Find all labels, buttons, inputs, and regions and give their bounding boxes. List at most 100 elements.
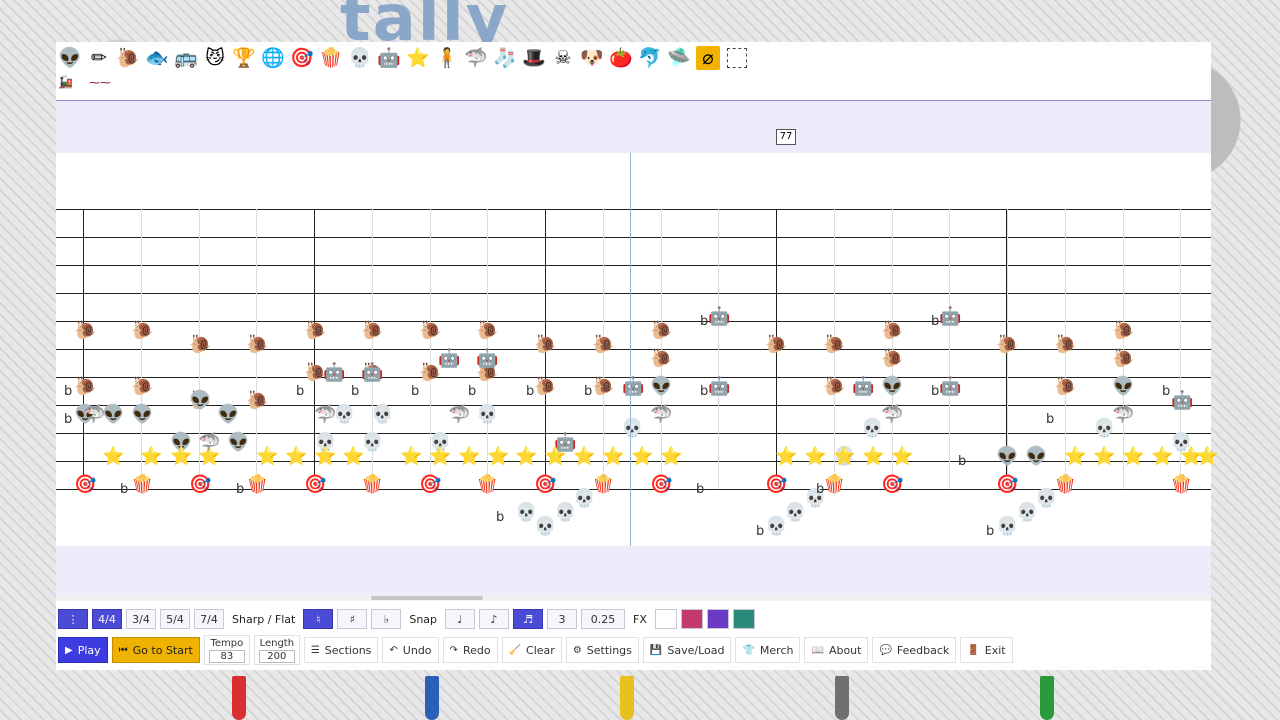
- note[interactable]: 🐌: [1112, 321, 1134, 341]
- skull-icon[interactable]: 💀: [348, 46, 372, 70]
- note[interactable]: ⭐: [285, 447, 307, 467]
- note[interactable]: 💀: [361, 433, 383, 453]
- note[interactable]: 🐌: [881, 321, 903, 341]
- note[interactable]: 🍿: [592, 475, 614, 495]
- playhead[interactable]: [630, 153, 631, 546]
- note[interactable]: ⭐: [515, 447, 537, 467]
- note[interactable]: ⭐: [602, 447, 624, 467]
- fish-icon[interactable]: 🐟: [145, 46, 169, 70]
- note[interactable]: 👽: [881, 377, 903, 397]
- cat-icon[interactable]: 😼: [203, 46, 227, 70]
- note[interactable]: 💀: [534, 517, 556, 537]
- note[interactable]: 🐌: [74, 321, 96, 341]
- time-signature-3-4[interactable]: 3/4: [126, 609, 156, 629]
- note[interactable]: 🤖: [1171, 391, 1193, 411]
- note[interactable]: 💀: [476, 405, 498, 425]
- time-signature-5-4[interactable]: 5/4: [160, 609, 190, 629]
- note[interactable]: 🍿: [1170, 475, 1192, 495]
- note[interactable]: 🤖: [361, 363, 383, 383]
- note[interactable]: 💀: [996, 517, 1018, 537]
- save-load-button[interactable]: 💾 Save/Load: [642, 637, 732, 663]
- note[interactable]: ⭐: [429, 447, 451, 467]
- merch-button[interactable]: 👕 Merch: [735, 637, 801, 663]
- note[interactable]: 🐌: [419, 321, 441, 341]
- note[interactable]: 🍿: [361, 475, 383, 495]
- note[interactable]: 🤖: [708, 307, 730, 327]
- note[interactable]: 🎯: [996, 475, 1018, 495]
- section-marker[interactable]: 77: [776, 129, 796, 145]
- note[interactable]: ⭐: [775, 447, 797, 467]
- note[interactable]: 🤖: [476, 349, 498, 369]
- note[interactable]: ⭐: [487, 447, 509, 467]
- note[interactable]: 🐌: [650, 349, 672, 369]
- undo-button[interactable]: ↶ Undo: [382, 637, 439, 663]
- note[interactable]: 💀: [371, 405, 393, 425]
- shark-icon[interactable]: 🦈: [464, 46, 488, 70]
- snap-value-input[interactable]: 0.25: [581, 609, 626, 629]
- note[interactable]: 🐌: [74, 377, 96, 397]
- tempo-input[interactable]: 83: [208, 649, 245, 663]
- length-control[interactable]: Length 200: [253, 635, 300, 665]
- note[interactable]: ⭐: [256, 447, 278, 467]
- snail-icon[interactable]: 🐌: [116, 46, 140, 70]
- feedback-button[interactable]: 💬 Feedback: [872, 637, 957, 663]
- note[interactable]: 🐌: [131, 321, 153, 341]
- note[interactable]: 🐌: [189, 335, 211, 355]
- note[interactable]: 👽: [189, 391, 211, 411]
- flag-ball-icon[interactable]: 🎯: [290, 46, 314, 70]
- note[interactable]: ⭐: [833, 447, 855, 467]
- note[interactable]: ⭐: [400, 447, 422, 467]
- note[interactable]: 🎯: [534, 475, 556, 495]
- select-box-icon[interactable]: [727, 48, 747, 68]
- note[interactable]: 🐌: [304, 321, 326, 341]
- skeleton-icon[interactable]: ☠: [551, 46, 575, 70]
- note[interactable]: ⭐: [102, 447, 124, 467]
- squiggle-icon[interactable]: ⁓⁓: [89, 76, 111, 89]
- alien-icon[interactable]: 👽: [58, 46, 82, 70]
- train-icon[interactable]: 🚂: [58, 75, 73, 89]
- scrollbar-thumb[interactable]: [371, 596, 483, 600]
- snap-triplet-button[interactable]: 3: [547, 609, 578, 629]
- note[interactable]: ⭐: [544, 447, 566, 467]
- note[interactable]: 🦈: [881, 405, 903, 425]
- note[interactable]: ⭐: [1196, 447, 1218, 467]
- note[interactable]: 🎯: [189, 475, 211, 495]
- note[interactable]: 👽: [1025, 447, 1047, 467]
- sections-button[interactable]: ☰ Sections: [303, 637, 379, 663]
- tempo-control[interactable]: Tempo 83: [203, 635, 250, 665]
- fx-2-swatch[interactable]: [706, 609, 729, 629]
- note[interactable]: ⭐: [458, 447, 480, 467]
- menu-toggle-button[interactable]: ⋮: [58, 609, 88, 629]
- note[interactable]: ⭐: [660, 447, 682, 467]
- note[interactable]: 💀: [861, 419, 883, 439]
- note[interactable]: ⭐: [1093, 447, 1115, 467]
- note[interactable]: ⭐: [1151, 447, 1173, 467]
- note[interactable]: 🐌: [361, 321, 383, 341]
- note[interactable]: ⭐: [804, 447, 826, 467]
- note[interactable]: 🦈: [83, 405, 105, 425]
- note[interactable]: 🦈: [1112, 405, 1134, 425]
- time-signature-7-4[interactable]: 7/4: [194, 609, 224, 629]
- eraser-icon[interactable]: ⌀: [696, 46, 720, 70]
- note[interactable]: 🦈: [448, 405, 470, 425]
- note[interactable]: 👽: [102, 405, 124, 425]
- note[interactable]: 🤖: [438, 349, 460, 369]
- note[interactable]: 🐌: [765, 335, 787, 355]
- note[interactable]: ⭐: [573, 447, 595, 467]
- note[interactable]: 🐌: [823, 377, 845, 397]
- tomato-icon[interactable]: 🍅: [609, 46, 633, 70]
- note[interactable]: ⭐: [314, 447, 336, 467]
- note[interactable]: 🍿: [246, 475, 268, 495]
- natural-button[interactable]: ♮: [303, 609, 334, 629]
- note[interactable]: 🐌: [246, 335, 268, 355]
- note[interactable]: 🎯: [881, 475, 903, 495]
- sharp-button[interactable]: ♯: [337, 609, 368, 629]
- note[interactable]: 🐌: [592, 377, 614, 397]
- note[interactable]: 🤖: [939, 307, 961, 327]
- note[interactable]: 🐌: [592, 335, 614, 355]
- note[interactable]: 👽: [217, 405, 239, 425]
- note[interactable]: ⭐: [1064, 447, 1086, 467]
- fx-3-swatch[interactable]: [732, 609, 755, 629]
- grail-icon[interactable]: 🏆: [232, 46, 256, 70]
- note[interactable]: 🐌: [131, 377, 153, 397]
